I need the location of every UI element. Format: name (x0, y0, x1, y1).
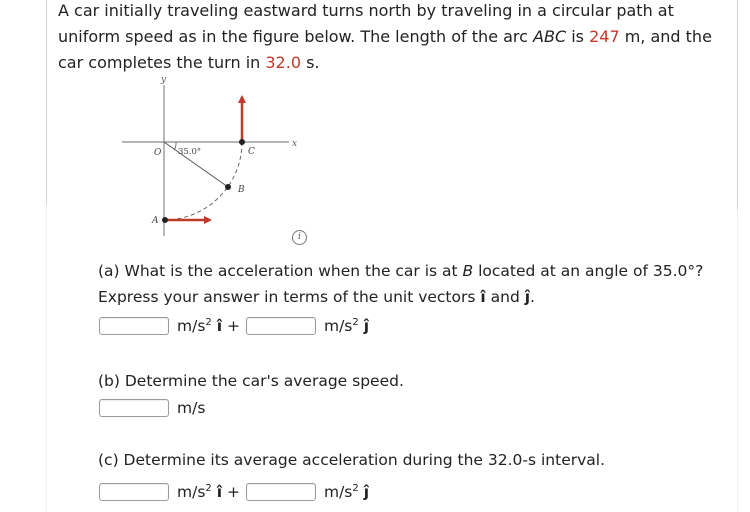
unit-label: m/s2 î + (177, 483, 240, 501)
y-axis-label: y (160, 75, 167, 85)
right-border-lower (737, 210, 738, 512)
point-ref: B (462, 262, 474, 280)
intro-text: is (566, 27, 590, 46)
point-a (162, 217, 168, 223)
question-text: (a) What is the acceleration when the ca… (98, 262, 463, 280)
part-a-y-input[interactable] (245, 317, 316, 335)
part-c-y-input[interactable] (245, 483, 316, 501)
origin-label: O (154, 148, 162, 158)
point-b (225, 184, 231, 190)
x-axis-label: x (292, 139, 297, 149)
unit-label: m/s2 ĵ (323, 317, 370, 335)
arc-path (164, 141, 243, 221)
part-c-question: (c) Determine its average acceleration d… (98, 451, 606, 469)
part-b-answer-row: m/s (99, 399, 211, 417)
point-c (239, 139, 245, 145)
question-text: . (530, 288, 535, 306)
angle-arc (173, 141, 177, 151)
arc-name: ABC (533, 27, 567, 46)
left-border-lower (46, 205, 47, 512)
unit-label: m/s2 î + (177, 317, 240, 335)
part-a-x-input[interactable] (99, 317, 169, 335)
circular-path-figure: y x O 35.0° C B A (122, 75, 297, 236)
part-b-speed-input[interactable] (99, 399, 169, 417)
unit-label: m/s (177, 399, 206, 417)
part-b-question: (b) Determine the car's average speed. (98, 372, 404, 390)
part-c-x-input[interactable] (99, 483, 169, 501)
point-c-label: C (248, 147, 255, 157)
part-a-answer-row: m/s2 î + m/s2 ĵ (99, 317, 375, 335)
question-text: and (485, 288, 525, 306)
point-b-label: B (237, 185, 245, 195)
part-c-answer-row: m/s2 î + m/s2 ĵ (99, 483, 375, 501)
angle-label: 35.0° (178, 147, 201, 157)
arc-length-value: 247 (589, 27, 620, 46)
point-a-label: A (151, 216, 159, 226)
unit-label: m/s2 ĵ (323, 483, 370, 501)
part-a-question: (a) What is the acceleration when the ca… (98, 258, 728, 310)
info-icon[interactable]: i (292, 230, 307, 245)
